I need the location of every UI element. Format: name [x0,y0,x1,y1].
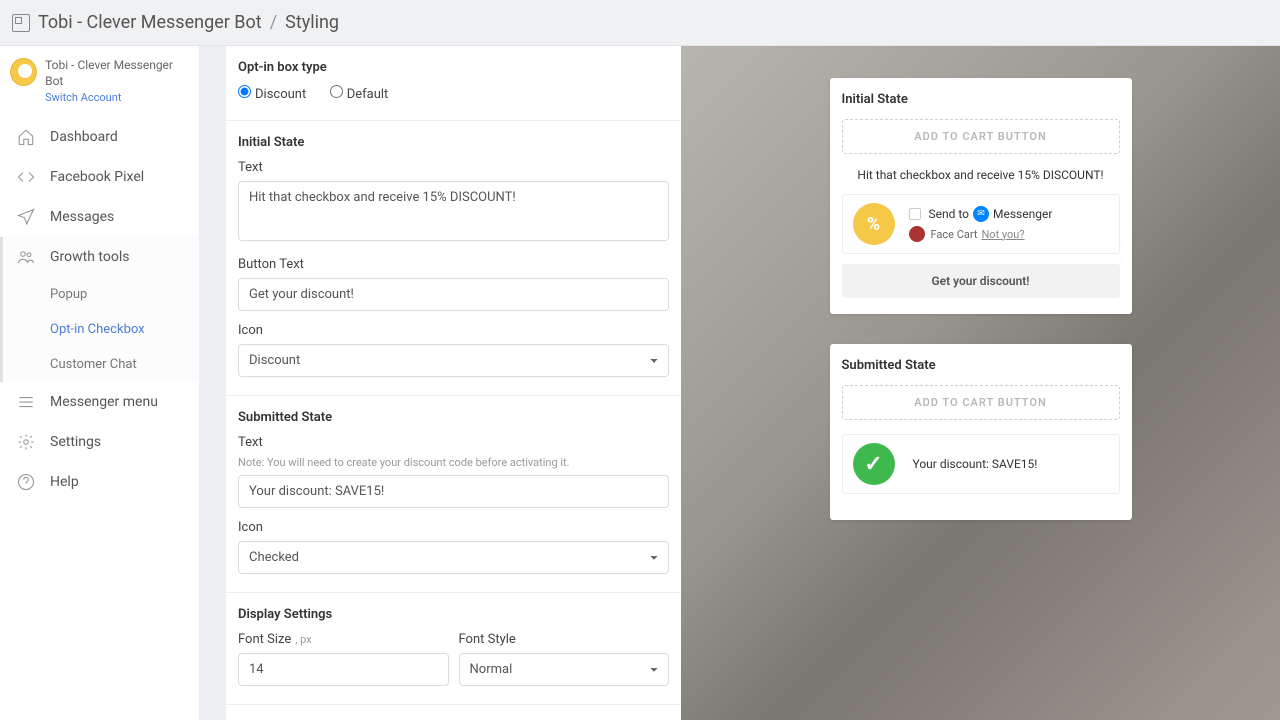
submitted-text-input[interactable] [238,475,669,508]
switch-account-link[interactable]: Switch Account [45,91,121,104]
sidebar-item-label: Help [50,474,79,490]
preview-submitted-atc-placeholder: ADD TO CART BUTTON [842,385,1120,420]
submitted-icon-select[interactable]: Checked [238,541,669,574]
code-icon [16,167,36,187]
section-display-settings: Display Settings Font Size, px Font Styl… [226,593,681,705]
help-icon [16,472,36,492]
preview-initial-box: % Send to ✉ Messenger Face Cart Not you? [842,194,1120,254]
gear-icon [16,432,36,452]
preview-get-discount-button[interactable]: Get your discount! [842,264,1120,298]
app-grid-icon [12,14,30,32]
radio-default-input[interactable] [330,85,343,98]
initial-button-text-label: Button Text [238,257,669,272]
sidebar-item-help[interactable]: Help [0,462,199,502]
display-settings-title: Display Settings [238,607,669,622]
initial-state-title: Initial State [238,135,669,150]
preview-column: Initial State ADD TO CART BUTTON Hit tha… [681,46,1280,720]
sidebar-item-label: Growth tools [50,249,129,265]
preview-initial-title: Initial State [842,92,1120,107]
sidebar-sub-optin-checkbox[interactable]: Opt-in Checkbox [0,312,199,347]
form-column: Opt-in box type Discount Default Initial… [226,46,681,720]
initial-text-label: Text [238,160,669,175]
section-submitted-state: Submitted State Text Note: You will need… [226,396,681,593]
initial-icon-select[interactable]: Discount [238,344,669,377]
preview-checkbox[interactable] [909,208,921,220]
sidebar-item-label: Dashboard [50,129,118,145]
preview-submitted-title: Submitted State [842,358,1120,373]
preview-initial-atc-placeholder: ADD TO CART BUTTON [842,119,1120,154]
submitted-text-label: Text [238,435,669,450]
preview-submitted-text: Your discount: SAVE15! [913,457,1038,471]
breadcrumb-bar: Tobi - Clever Messenger Bot / Styling [0,0,1280,46]
radio-default[interactable]: Default [330,87,389,102]
not-you-link[interactable]: Not you? [981,228,1024,241]
radio-discount-input[interactable] [238,85,251,98]
sidebar-item-dashboard[interactable]: Dashboard [0,117,199,157]
sidebar-sub-customer-chat[interactable]: Customer Chat [0,347,199,382]
radio-discount[interactable]: Discount [238,87,306,102]
font-style-select[interactable]: Normal [459,653,670,686]
sidebar-item-facebook-pixel[interactable]: Facebook Pixel [0,157,199,197]
breadcrumb-app[interactable]: Tobi - Clever Messenger Bot [38,12,262,33]
account-name: Tobi - Clever Messenger Bot [45,58,189,89]
preview-initial-text: Hit that checkbox and receive 15% DISCOU… [842,168,1120,182]
submitted-note: Note: You will need to create your disco… [238,456,669,469]
preview-submitted-box: ✓ Your discount: SAVE15! [842,434,1120,494]
submitted-icon-label: Icon [238,520,669,535]
optin-type-title: Opt-in box type [238,60,669,75]
initial-text-input[interactable]: Hit that checkbox and receive 15% DISCOU… [238,181,669,241]
sidebar-header: Tobi - Clever Messenger Bot Switch Accou… [0,46,199,117]
sidebar-item-growth-tools[interactable]: Growth tools [0,237,199,277]
breadcrumb-page: Styling [285,12,339,33]
discount-badge-icon: % [853,203,895,245]
sidebar-item-label: Messenger menu [50,394,158,410]
sidebar-item-settings[interactable]: Settings [0,422,199,462]
home-icon [16,127,36,147]
users-icon [16,247,36,267]
section-initial-state: Initial State Text Hit that checkbox and… [226,121,681,396]
sidebar: Tobi - Clever Messenger Bot Switch Accou… [0,46,200,720]
sidebar-item-messages[interactable]: Messages [0,197,199,237]
breadcrumb-separator: / [270,12,277,33]
check-circle-icon: ✓ [853,443,895,485]
preview-face-cart-row: Face Cart Not you? [909,226,1109,242]
initial-icon-label: Icon [238,323,669,338]
section-optin-type: Opt-in box type Discount Default [226,46,681,121]
sidebar-item-label: Facebook Pixel [50,169,144,185]
sidebar-item-label: Settings [50,434,101,450]
preview-send-row: Send to ✉ Messenger [909,206,1109,222]
sidebar-item-messenger-menu[interactable]: Messenger menu [0,382,199,422]
sidebar-item-label: Messages [50,209,114,225]
messenger-icon: ✉ [973,206,989,222]
sidebar-sub-popup[interactable]: Popup [0,277,199,312]
font-style-label: Font Style [459,632,670,647]
font-size-label: Font Size, px [238,632,449,647]
menu-icon [16,392,36,412]
account-avatar [10,58,37,86]
initial-button-text-input[interactable] [238,278,669,311]
preview-submitted-card: Submitted State ADD TO CART BUTTON ✓ You… [830,344,1132,520]
font-size-input[interactable] [238,653,449,686]
submitted-state-title: Submitted State [238,410,669,425]
face-cart-avatar [909,226,925,242]
send-icon [16,207,36,227]
preview-initial-card: Initial State ADD TO CART BUTTON Hit tha… [830,78,1132,314]
